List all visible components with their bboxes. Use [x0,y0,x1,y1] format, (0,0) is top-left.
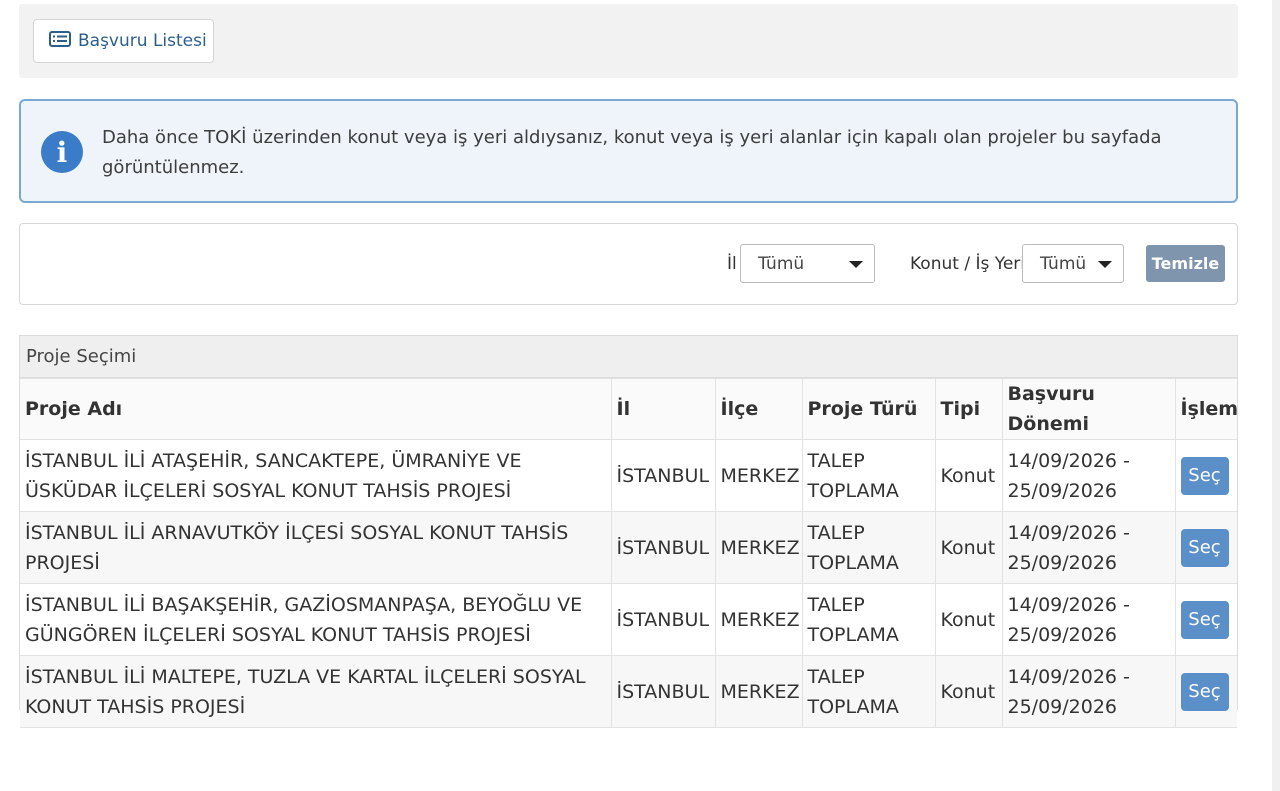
col-header: İşlem [1174,378,1238,440]
project-il: İSTANBUL [610,583,716,656]
project-tip: Konut [934,439,1003,512]
project-ilce: MERKEZ [714,583,803,656]
project-period: 14/09/2026 - 25/09/2026 [1001,511,1176,584]
table-row: İSTANBUL İLİ BAŞAKŞEHİR, GAZİOSMANPAŞA, … [20,583,1237,656]
project-name: İSTANBUL İLİ ATAŞEHİR, SANCAKTEPE, ÜMRAN… [20,439,612,512]
project-tip: Konut [934,583,1003,656]
col-header: İlçe [714,378,803,440]
type-select[interactable]: Tümü [1022,244,1124,283]
project-il: İSTANBUL [610,439,716,512]
project-period: 14/09/2026 - 25/09/2026 [1001,439,1176,512]
col-header: İl [610,378,716,440]
project-ilce: MERKEZ [714,511,803,584]
col-header: Proje Türü [801,378,936,440]
col-header: Başvuru Dönemi [1001,378,1176,440]
col-header: Proje Adı [20,378,612,440]
type-filter-label: Konut / İş Yeri [910,254,1026,274]
select-project-button[interactable]: Seç [1180,456,1229,495]
il-select[interactable]: Tümü [740,244,875,283]
project-name: İSTANBUL İLİ BAŞAKŞEHİR, GAZİOSMANPAŞA, … [20,583,612,656]
chevron-down-icon [849,261,863,268]
clear-button[interactable]: Temizle [1146,245,1225,282]
type-select-value: Tümü [1040,253,1087,274]
panel-title: Proje Seçimi [20,336,1237,378]
project-il: İSTANBUL [610,511,716,584]
chevron-down-icon [1098,261,1112,268]
project-tip: Konut [934,511,1003,584]
select-project-button[interactable]: Seç [1180,528,1229,567]
info-alert: i Daha önce TOKİ üzerinden konut veya iş… [19,99,1238,203]
project-period: 14/09/2026 - 25/09/2026 [1001,583,1176,656]
il-filter-label: İl [727,254,737,274]
page-scrollbar[interactable] [1272,0,1280,791]
project-table: Proje Adı İl İlçe Proje Türü Tipi Başvur… [20,378,1238,728]
project-type: TALEP TOPLAMA [801,439,936,512]
info-icon: i [41,131,83,173]
filter-bar: İl Tümü Konut / İş Yeri Tümü Temizle [19,223,1238,305]
table-header-row: Proje Adı İl İlçe Proje Türü Tipi Başvur… [20,378,1238,440]
project-il: İSTANBUL [610,655,716,728]
table-row: İSTANBUL İLİ ATAŞEHİR, SANCAKTEPE, ÜMRAN… [20,439,1237,512]
project-ilce: MERKEZ [714,655,803,728]
application-list-button[interactable]: Başvuru Listesi [33,19,214,63]
table-row: İSTANBUL İLİ ARNAVUTKÖY İLÇESİ SOSYAL KO… [20,511,1237,584]
project-tip: Konut [934,655,1003,728]
col-header: Tipi [934,378,1003,440]
project-period: 14/09/2026 - 25/09/2026 [1001,655,1176,728]
info-message: Daha önce TOKİ üzerinden konut veya iş y… [102,127,1162,178]
project-name: İSTANBUL İLİ ARNAVUTKÖY İLÇESİ SOSYAL KO… [20,511,612,584]
select-project-button[interactable]: Seç [1180,600,1229,639]
table-row: İSTANBUL İLİ MALTEPE, TUZLA VE KARTAL İL… [20,655,1237,728]
select-project-button[interactable]: Seç [1180,672,1229,711]
project-selection-panel: Proje Seçimi Proje Adı İl İlçe Proje Tür… [19,335,1238,728]
application-list-label: Başvuru Listesi [78,31,207,51]
project-type: TALEP TOPLAMA [801,655,936,728]
top-toolbar: Başvuru Listesi [19,4,1238,78]
project-name: İSTANBUL İLİ MALTEPE, TUZLA VE KARTAL İL… [20,655,612,728]
list-icon [49,30,71,52]
il-select-value: Tümü [758,253,805,274]
project-type: TALEP TOPLAMA [801,511,936,584]
project-ilce: MERKEZ [714,439,803,512]
project-type: TALEP TOPLAMA [801,583,936,656]
